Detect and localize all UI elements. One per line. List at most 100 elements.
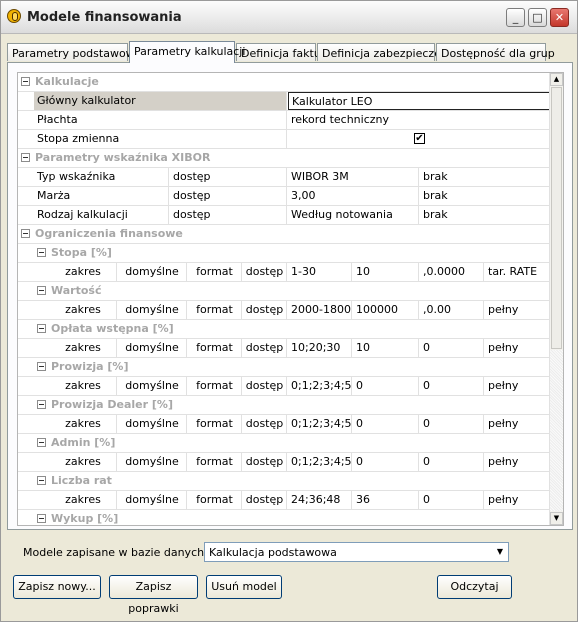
scroll-up-icon[interactable]: ▲: [550, 73, 563, 86]
subcategory-header[interactable]: Stopa [%]: [18, 244, 550, 263]
value-cell[interactable]: Według notowania: [288, 206, 419, 224]
save-new-button[interactable]: Zapisz nowy...: [13, 575, 101, 599]
limit-value-cell[interactable]: 36: [353, 491, 419, 509]
extra-cell[interactable]: brak: [420, 187, 550, 205]
scroll-down-icon[interactable]: ▼: [550, 512, 563, 525]
variable-rate-checkbox[interactable]: ✔: [414, 133, 425, 144]
read-button[interactable]: Odczytaj: [437, 575, 512, 599]
subcategory-header[interactable]: Opłata wstępna [%]: [18, 320, 550, 339]
property-row[interactable]: Marża dostęp 3,00 brak: [18, 187, 550, 206]
subcategory-header[interactable]: Wykup [%]: [18, 510, 550, 525]
property-row[interactable]: Typ wskaźnika dostęp WIBOR 3M brak: [18, 168, 550, 187]
limit-value-cell[interactable]: pełny: [485, 453, 550, 471]
limit-column-label: dostęp: [243, 453, 287, 471]
tab-parametry-podstawowe[interactable]: Parametry podstawowe: [7, 43, 141, 61]
collapse-icon[interactable]: [37, 324, 46, 333]
subcategory-header[interactable]: Wartość: [18, 282, 550, 301]
category-kalkulacje[interactable]: Kalkulacje: [18, 73, 550, 92]
collapse-icon[interactable]: [37, 248, 46, 257]
limit-value-cell[interactable]: 10;20;30: [288, 339, 352, 357]
limit-value-cell[interactable]: 0: [420, 377, 484, 395]
property-label: Płachta: [34, 111, 287, 129]
category-xibor[interactable]: Parametry wskaźnika XIBOR: [18, 149, 550, 168]
access-cell[interactable]: dostęp: [170, 168, 287, 186]
limit-value-cell[interactable]: 24;36;48: [288, 491, 352, 509]
limit-value-cell[interactable]: 0: [353, 453, 419, 471]
limit-value-cell[interactable]: 0;1;2;3;4;5: [288, 453, 352, 471]
property-row[interactable]: Płachta rekord techniczny: [18, 111, 550, 130]
limit-value-cell[interactable]: 10: [353, 339, 419, 357]
collapse-icon[interactable]: [21, 153, 30, 162]
access-cell[interactable]: dostęp: [170, 187, 287, 205]
minimize-button[interactable]: _: [506, 8, 525, 27]
vertical-scrollbar[interactable]: ▲ ▼: [549, 73, 563, 525]
limit-value-cell[interactable]: ,0.0000: [420, 263, 484, 281]
limit-value-cell[interactable]: 100000: [353, 301, 419, 319]
limit-column-label: dostęp: [243, 301, 287, 319]
extra-cell[interactable]: brak: [420, 168, 550, 186]
limit-value-cell[interactable]: 2000-18000000: [288, 301, 352, 319]
subcategory-header[interactable]: Admin [%]: [18, 434, 550, 453]
limit-row[interactable]: zakres domyślne format dostęp 1-30 10,0.0000 t…: [18, 263, 550, 282]
property-row[interactable]: Główny kalkulator Kalkulator LEO: [18, 92, 550, 111]
limit-column-label: zakres: [50, 453, 117, 471]
limit-value-cell[interactable]: pełny: [485, 301, 550, 319]
limit-value-cell[interactable]: pełny: [485, 415, 550, 433]
limit-value-cell[interactable]: pełny: [485, 339, 550, 357]
chevron-down-icon[interactable]: ▼: [492, 543, 508, 561]
limit-value-cell[interactable]: 0: [353, 415, 419, 433]
limit-value-cell[interactable]: 10: [353, 263, 419, 281]
tab-dostepnosc-dla-grup[interactable]: Dostępność dla grup: [436, 43, 555, 61]
collapse-icon[interactable]: [37, 438, 46, 447]
scroll-track[interactable]: [550, 350, 563, 511]
limit-value-cell[interactable]: 1-30: [288, 263, 352, 281]
subcategory-header[interactable]: Prowizja Dealer [%]: [18, 396, 550, 415]
collapse-icon[interactable]: [37, 400, 46, 409]
limit-value-cell[interactable]: 0: [353, 377, 419, 395]
collapse-icon[interactable]: [21, 77, 30, 86]
limit-value-cell[interactable]: tar. RATE: [485, 263, 550, 281]
value-cell[interactable]: WIBOR 3M: [288, 168, 419, 186]
property-row[interactable]: Rodzaj kalkulacji dostęp Według notowani…: [18, 206, 550, 225]
title-bar[interactable]: Modele finansowania _ □ ✕: [1, 1, 577, 34]
limit-value-cell[interactable]: ,0.00: [420, 301, 484, 319]
subcategory-header[interactable]: Liczba rat: [18, 472, 550, 491]
main-calculator-field[interactable]: Kalkulator LEO: [288, 92, 550, 110]
collapse-icon[interactable]: [37, 514, 46, 523]
extra-cell[interactable]: brak: [420, 206, 550, 224]
model-select[interactable]: Kalkulacja podstawowa ▼: [204, 542, 509, 562]
limit-value-cell[interactable]: 0: [420, 491, 484, 509]
limit-row[interactable]: zakresdomyślneformatdostęp2000-180000001…: [18, 301, 550, 320]
limit-value-cell[interactable]: 0: [420, 415, 484, 433]
limit-row[interactable]: zakres domyślne format dostęp 24;36;48 36 0 peł…: [18, 491, 550, 510]
maximize-button[interactable]: □: [528, 8, 547, 27]
limit-row[interactable]: zakres domyślne format dostęp 10;20;30 10 0 peł…: [18, 339, 550, 358]
access-cell[interactable]: dostęp: [170, 206, 287, 224]
subcategory-header[interactable]: Prowizja [%]: [18, 358, 550, 377]
limit-value-cell[interactable]: 0;1;2;3;4;5: [288, 377, 352, 395]
delete-model-button[interactable]: Usuń model: [206, 575, 282, 599]
collapse-icon[interactable]: [37, 476, 46, 485]
limit-value-cell[interactable]: 0: [420, 453, 484, 471]
tab-definicja-zabezpieczen[interactable]: Definicja zabezpieczeń: [317, 43, 448, 61]
collapse-icon[interactable]: [37, 362, 46, 371]
limit-row[interactable]: zakres domyślne format dostęp 0;1;2;3;4;5 0 0 p…: [18, 453, 550, 472]
limit-value-cell[interactable]: 0: [420, 339, 484, 357]
tab-parametry-kalkulacji[interactable]: Parametry kalkulacji: [129, 41, 245, 63]
close-button[interactable]: ✕: [550, 8, 569, 27]
save-changes-button[interactable]: Zapisz poprawki: [109, 575, 198, 615]
window: Modele finansowania _ □ ✕ Parametry pods…: [0, 0, 578, 622]
limit-value-cell[interactable]: pełny: [485, 491, 550, 509]
value-cell[interactable]: 3,00: [288, 187, 419, 205]
plachta-field[interactable]: rekord techniczny: [288, 111, 550, 129]
property-row[interactable]: Stopa zmienna ✔: [18, 130, 550, 149]
category-ograniczenia[interactable]: Ograniczenia finansowe: [18, 225, 550, 244]
limit-value-cell[interactable]: pełny: [485, 377, 550, 395]
scroll-thumb[interactable]: [551, 87, 562, 349]
limit-row[interactable]: zakres domyślne format dostęp 0;1;2;3;4;5 0 0 p…: [18, 377, 550, 396]
tab-definicja-faktur[interactable]: Definicja faktur: [236, 43, 325, 61]
limit-value-cell[interactable]: 0;1;2;3;4;5: [288, 415, 352, 433]
collapse-icon[interactable]: [21, 229, 30, 238]
collapse-icon[interactable]: [37, 286, 46, 295]
limit-row[interactable]: zakres domyślne format dostęp 0;1;2;3;4;5 0 0 p…: [18, 415, 550, 434]
